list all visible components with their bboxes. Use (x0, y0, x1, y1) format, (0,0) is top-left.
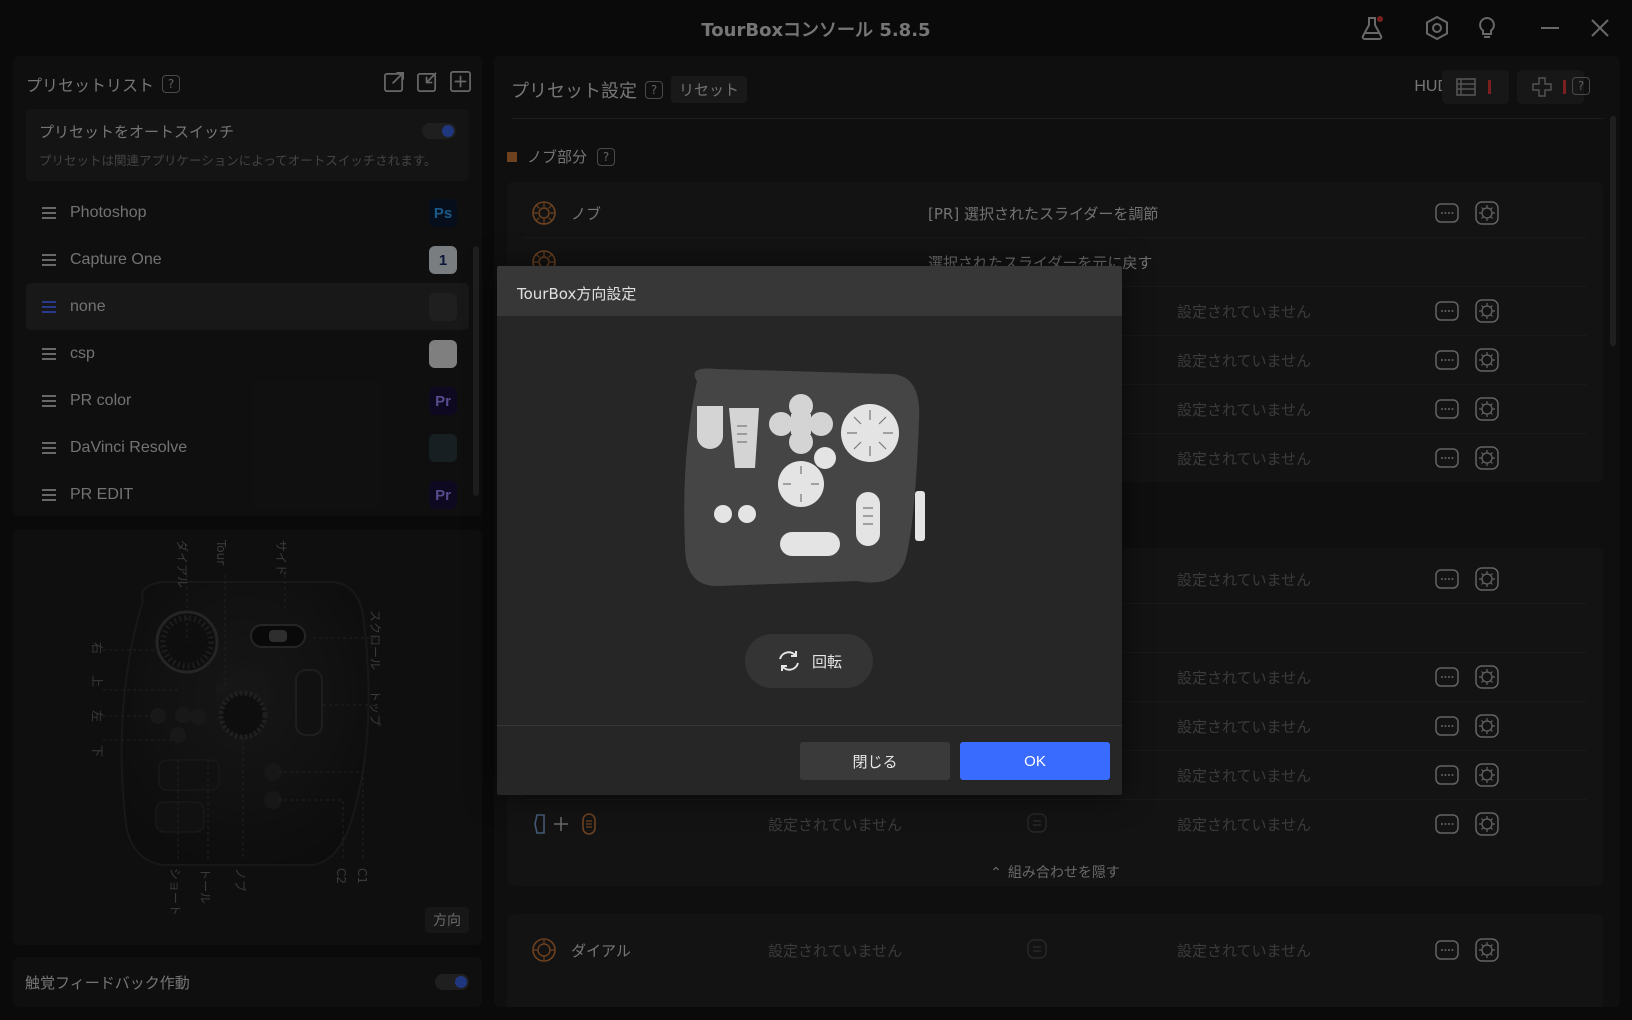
rotate-icon (779, 651, 799, 671)
direction-dialog: TourBox方向設定 回転 閉じる OK (497, 266, 1122, 795)
ok-button[interactable]: OK (960, 742, 1110, 780)
dialog-title: TourBox方向設定 (497, 266, 1122, 316)
tourbox-orientation-illustration (684, 368, 925, 586)
rotate-button[interactable]: 回転 (745, 634, 873, 688)
dialog-divider (497, 725, 1122, 726)
close-button[interactable]: 閉じる (800, 742, 950, 780)
